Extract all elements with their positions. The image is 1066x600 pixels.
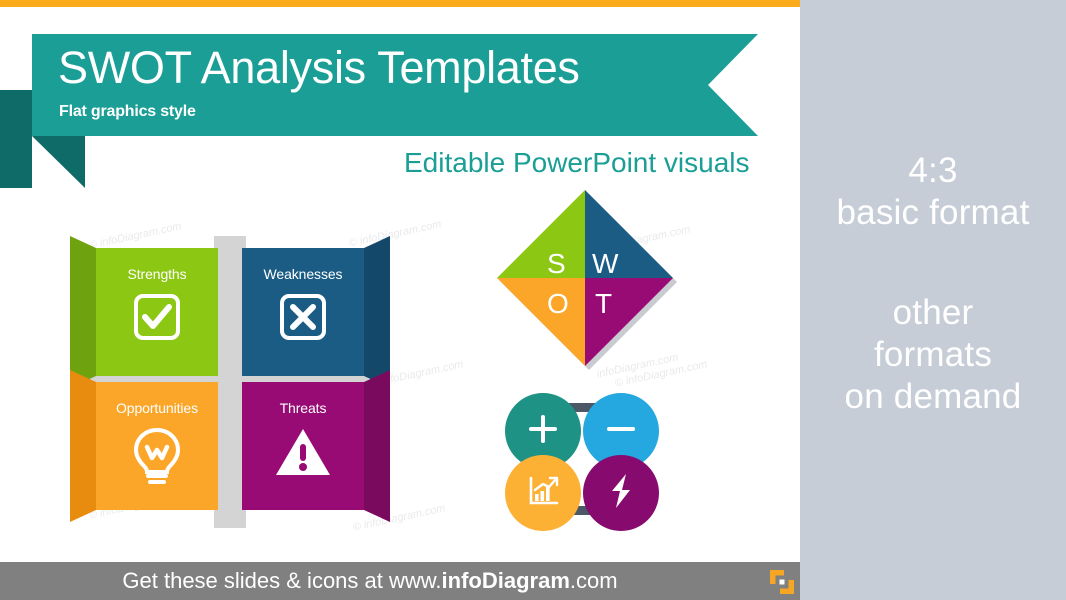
swot-card-strengths[interactable]: Strengths <box>70 236 218 388</box>
swot-card-weaknesses[interactable]: Weaknesses <box>242 236 390 388</box>
swot-diamond-diagram: S W O T <box>497 190 677 370</box>
side-panel-line-3: other <box>892 293 974 332</box>
swot-circles-diagram <box>505 393 661 533</box>
side-panel-line-5: on demand <box>844 377 1022 416</box>
growth-chart-icon <box>525 473 561 514</box>
infodiagram-logo-icon[interactable] <box>768 568 796 596</box>
card-fold-panel <box>70 370 96 522</box>
side-panel-format-block: 4:3 basic format <box>800 150 1066 234</box>
card-label: Strengths <box>127 266 187 282</box>
warning-triangle-icon <box>242 426 364 478</box>
lightning-bolt-icon <box>604 471 638 516</box>
diamond-letter-t: T <box>595 288 613 319</box>
card-fold-panel <box>70 236 96 388</box>
card-fold-panel <box>364 236 390 388</box>
tagline: Editable PowerPoint visuals <box>404 147 750 178</box>
swot-card-threats[interactable]: Threats <box>242 370 390 522</box>
lightbulb-icon <box>96 426 218 486</box>
page-subtitle: Flat graphics style <box>59 103 196 120</box>
footer-cta[interactable]: Get these slides & icons at www.infoDiag… <box>0 568 740 594</box>
top-accent-rule <box>0 0 800 7</box>
diamond-letter-w: W <box>592 248 619 279</box>
footer-prefix: Get these slides & icons at www. <box>122 568 442 593</box>
swot-cards-diagram: Strengths Weaknesses Opportunities Threa… <box>70 236 390 528</box>
circle-threats[interactable] <box>583 455 659 531</box>
diamond-quadrant-o[interactable] <box>497 278 585 366</box>
minus-icon <box>604 412 638 451</box>
circle-opportunities[interactable] <box>505 455 581 531</box>
side-panel-other-block: other formats on demand <box>800 292 1066 418</box>
side-panel-line-4: formats <box>873 335 993 374</box>
page-title: SWOT Analysis Templates <box>58 42 580 93</box>
footer-brand: infoDiagram <box>441 568 570 593</box>
footer-bar: Get these slides & icons at www.infoDiag… <box>0 562 800 600</box>
side-panel-line-2: basic format <box>836 193 1030 232</box>
card-label: Threats <box>279 400 327 416</box>
diamond-quadrant-s[interactable] <box>497 190 585 278</box>
swot-card-opportunities[interactable]: Opportunities <box>70 370 218 522</box>
side-panel-line-1: 4:3 <box>908 151 958 190</box>
format-side-panel: 4:3 basic format other formats on demand <box>800 0 1066 600</box>
plus-icon <box>526 412 560 451</box>
cross-box-icon <box>242 292 364 342</box>
card-label: Opportunities <box>116 400 198 416</box>
checkbox-icon <box>96 292 218 342</box>
card-label: Weaknesses <box>263 266 343 282</box>
diamond-letter-o: O <box>547 288 569 319</box>
footer-suffix: .com <box>569 568 618 593</box>
card-fold-panel <box>364 370 390 522</box>
diamond-letter-s: S <box>547 248 566 279</box>
slide-canvas: SWOT Analysis Templates Flat graphics st… <box>0 0 1066 600</box>
